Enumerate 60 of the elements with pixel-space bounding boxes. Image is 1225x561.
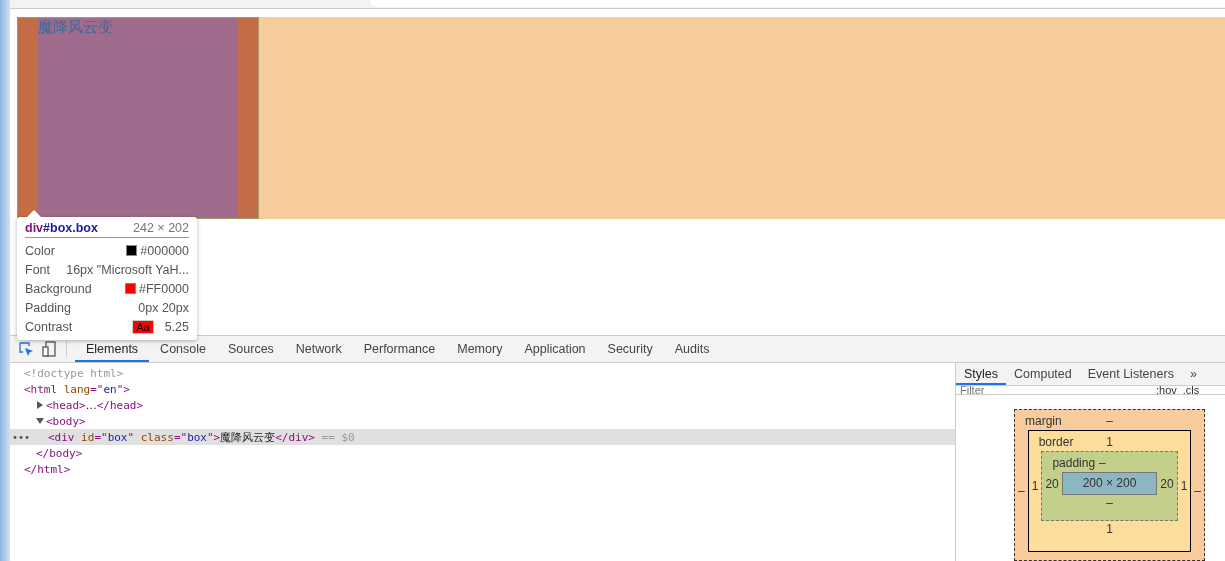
box-value: – (1106, 496, 1113, 510)
box-value: – (1106, 414, 1113, 428)
element-selector: div#box.box (25, 221, 98, 235)
dom-line[interactable]: <html lang="en"> (10, 381, 955, 397)
code-text: <html lang="en"> (24, 382, 130, 396)
devtools-tab[interactable]: Sources (217, 336, 285, 362)
devtools-tab[interactable]: Application (513, 336, 597, 362)
property-value: #000000 (140, 243, 189, 258)
code-text: </html> (24, 462, 71, 476)
box-value: 20 (1159, 476, 1175, 491)
devtools-tab[interactable]: Audits (663, 336, 721, 362)
devtools-tab[interactable]: Performance (352, 336, 447, 362)
contrast-sample: Aa (132, 319, 154, 334)
box-text: 魔降风云变 (38, 18, 113, 36)
content-box: 200 × 200 (1061, 472, 1158, 495)
property-label: Color (25, 243, 55, 258)
property-label: Padding (25, 300, 71, 315)
expanded-triangle-icon[interactable] (36, 417, 44, 425)
code-text: <!doctype html> (24, 366, 124, 380)
box-value: 1 (1106, 522, 1113, 536)
code-text: <div id="box" class="box">魔降风云变</div> == $0 (48, 429, 355, 445)
code-text: </body> (36, 446, 83, 460)
devtools-tab[interactable]: Console (149, 336, 217, 362)
code-text: <head>…</head> (46, 398, 144, 412)
property-label: Background (25, 281, 92, 296)
box-value: – (1099, 456, 1106, 470)
box-value: – (1193, 484, 1202, 498)
box-value: 20 (1044, 476, 1060, 491)
devtools-tab[interactable]: Memory (446, 336, 514, 362)
property-value: 5.25 (164, 319, 189, 334)
sidebar-tab[interactable]: Event Listeners (1079, 363, 1182, 385)
device-toggle-icon[interactable] (42, 341, 58, 357)
more-marker[interactable]: ••• (12, 431, 31, 443)
sidebar-tab[interactable]: Computed (1006, 363, 1080, 385)
property-value: 0px 20px (138, 300, 189, 315)
dom-line[interactable]: </body> (10, 445, 955, 461)
property-value: 16px "Microsoft YaH... (66, 262, 189, 277)
property-value: #FF0000 (138, 281, 189, 296)
box-label: border (1038, 435, 1075, 449)
box-value: 1 (1030, 479, 1040, 493)
code-text: <body> (46, 414, 86, 428)
box-label: margin (1025, 414, 1063, 428)
devtools-tab[interactable]: Elements (75, 336, 150, 362)
property-label: Font (25, 262, 50, 277)
devtools-tab[interactable]: Security (596, 336, 664, 362)
devtools-tab[interactable]: Network (284, 336, 353, 362)
inspect-icon[interactable] (18, 341, 34, 357)
box-label: padding (1052, 456, 1096, 470)
element-size: 242 × 202 (133, 221, 189, 235)
property-label: Contrast (25, 319, 73, 334)
box-value: – (1017, 484, 1026, 498)
dom-line[interactable]: <head>…</head> (10, 397, 955, 413)
box-value: 1 (1106, 435, 1113, 449)
box-value: 1 (1179, 479, 1189, 493)
dom-line[interactable]: <body> (10, 413, 955, 429)
hov-toggle[interactable]: :hov (1156, 386, 1177, 394)
more-tabs-button[interactable]: » (1181, 363, 1205, 385)
cls-toggle[interactable]: .cls (1182, 386, 1200, 394)
dom-line[interactable]: </html> (10, 461, 955, 477)
collapsed-triangle-icon[interactable] (36, 401, 44, 409)
